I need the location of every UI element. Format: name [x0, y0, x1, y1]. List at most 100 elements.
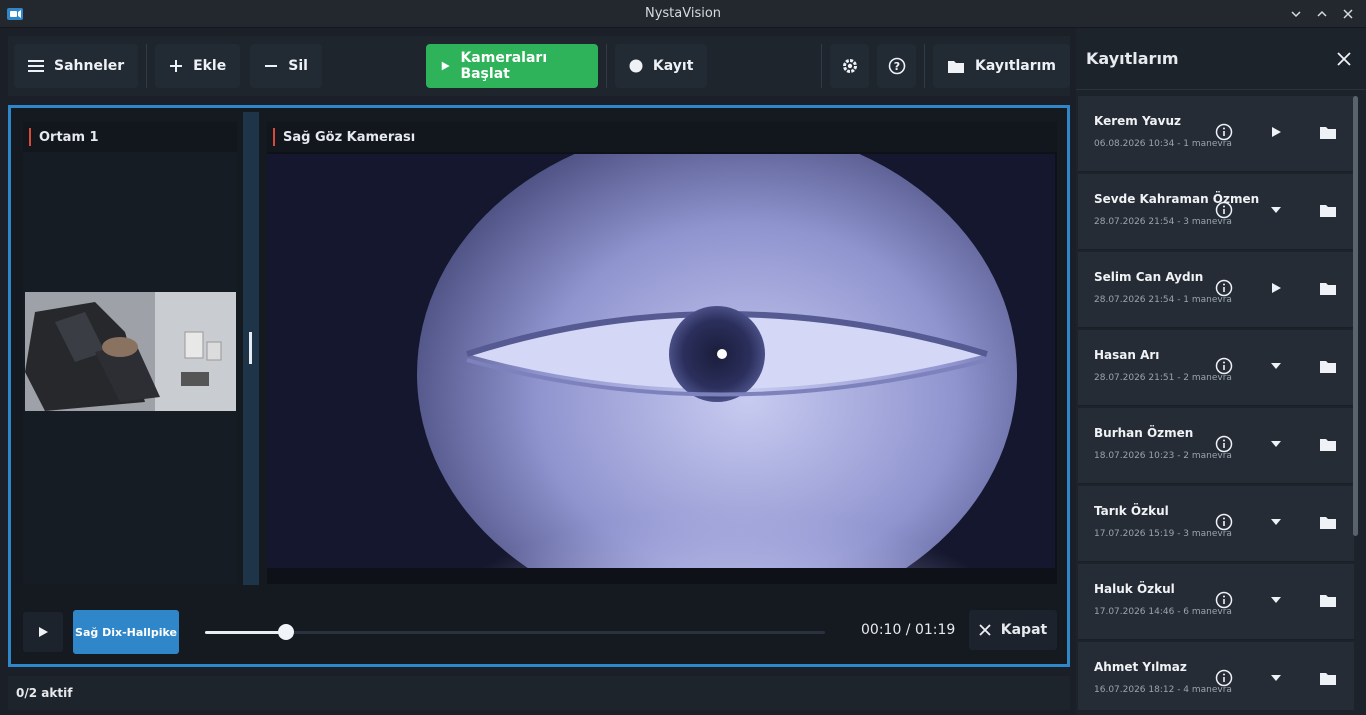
close-window-button[interactable]: [1338, 4, 1358, 24]
minus-icon: [265, 65, 278, 67]
info-icon[interactable]: [1212, 198, 1236, 222]
add-button[interactable]: Ekle: [155, 44, 241, 88]
open-folder-icon[interactable]: [1316, 432, 1340, 456]
environment-pane-header: Ortam 1: [23, 122, 237, 152]
recording-item[interactable]: Hasan Arı 28.07.2026 21:51 - 2 manevra: [1078, 330, 1354, 406]
recording-item[interactable]: Haluk Özkul 17.07.2026 14:46 - 6 manevra: [1078, 564, 1354, 640]
info-icon[interactable]: [1212, 588, 1236, 612]
close-icon: [979, 624, 991, 636]
record-label: Kayıt: [652, 58, 694, 74]
recording-name: Hasan Arı: [1094, 348, 1160, 362]
open-folder-icon[interactable]: [1316, 276, 1340, 300]
help-button[interactable]: ?: [877, 44, 917, 88]
open-folder-icon[interactable]: [1316, 510, 1340, 534]
folder-icon: [947, 60, 964, 73]
play-icon: [441, 61, 450, 71]
recordings-panel-title: Kayıtlarım: [1086, 49, 1179, 68]
expand-chevron-icon[interactable]: [1264, 666, 1288, 690]
play-recording-icon[interactable]: [1264, 276, 1288, 300]
maximize-button[interactable]: [1312, 4, 1332, 24]
close-icon: [1337, 51, 1351, 66]
toolbar: Sahneler Ekle Sil Kameraları Başlat Kayı…: [8, 36, 1071, 96]
close-panel-button[interactable]: [1332, 47, 1356, 71]
playback-time: 00:10 / 01:19: [861, 622, 956, 638]
recording-item[interactable]: Sevde Kahraman Özmen 28.07.2026 21:54 - 3…: [1078, 174, 1354, 250]
info-icon[interactable]: [1212, 666, 1236, 690]
recording-name: Kerem Yavuz: [1094, 114, 1181, 128]
pane-splitter[interactable]: [243, 112, 259, 585]
recording-name: Selim Can Aydın: [1094, 270, 1204, 284]
menu-icon: [28, 60, 44, 72]
info-icon[interactable]: [1212, 354, 1236, 378]
play-icon: [39, 627, 48, 637]
recordings-panel-header: Kayıtlarım: [1076, 28, 1366, 90]
recording-item[interactable]: Kerem Yavuz 06.08.2026 10:34 - 1 manevra: [1078, 96, 1354, 172]
main-area: Sahneler Ekle Sil Kameraları Başlat Kayı…: [0, 28, 1076, 715]
plus-icon: [170, 60, 183, 72]
open-folder-icon[interactable]: [1316, 666, 1340, 690]
right-eye-video-feed[interactable]: [267, 154, 1055, 568]
recordings-panel: Kayıtlarım Kerem Yavuz 06.08.2026 10:34 -…: [1076, 28, 1366, 715]
add-label: Ekle: [193, 58, 227, 74]
help-icon: ?: [888, 57, 905, 75]
expand-chevron-icon[interactable]: [1264, 354, 1288, 378]
my-recordings-button[interactable]: Kayıtlarım: [932, 44, 1071, 88]
toolbar-divider: [146, 44, 148, 88]
seek-handle[interactable]: [277, 624, 294, 640]
open-folder-icon[interactable]: [1316, 588, 1340, 612]
active-count: 0/2 aktif: [16, 686, 73, 700]
open-folder-icon[interactable]: [1316, 198, 1340, 222]
header-accent: [273, 128, 275, 146]
status-bar: 0/2 aktif: [8, 676, 1070, 710]
recording-item[interactable]: Burhan Özmen 18.07.2026 10:23 - 2 manevra: [1078, 408, 1354, 484]
open-folder-icon[interactable]: [1316, 120, 1340, 144]
header-accent: [29, 128, 31, 146]
seek-slider[interactable]: [205, 624, 825, 640]
toolbar-divider: [924, 44, 925, 88]
expand-chevron-icon[interactable]: [1264, 588, 1288, 612]
splitter-handle[interactable]: [249, 332, 252, 364]
close-player-button[interactable]: Kapat: [969, 610, 1057, 650]
play-recording-icon[interactable]: [1264, 120, 1288, 144]
svg-text:?: ?: [893, 60, 899, 73]
toolbar-divider: [606, 44, 607, 88]
info-icon[interactable]: [1212, 432, 1236, 456]
gear-icon: [842, 59, 857, 73]
start-cameras-label: Kameraları Başlat: [460, 50, 548, 82]
recording-item[interactable]: Selim Can Aydın 28.07.2026 21:54 - 1 mane…: [1078, 252, 1354, 328]
recordings-list: Kerem Yavuz 06.08.2026 10:34 - 1 manevra S…: [1078, 96, 1354, 710]
info-icon[interactable]: [1212, 120, 1236, 144]
recording-item[interactable]: Tarık Özkul 17.07.2026 15:19 - 3 manevra: [1078, 486, 1354, 562]
recording-name: Tarık Özkul: [1094, 504, 1169, 518]
recordings-scrollbar[interactable]: [1353, 96, 1358, 536]
recording-item[interactable]: Ahmet Yılmaz 16.07.2026 18:12 - 4 manevra: [1078, 642, 1354, 710]
info-icon[interactable]: [1212, 276, 1236, 300]
right-eye-pane-header: Sağ Göz Kamerası: [267, 122, 1057, 152]
right-eye-camera-pane: Sağ Göz Kamerası: [267, 122, 1057, 584]
toolbar-divider: [821, 44, 823, 88]
playback-bar: Sağ Dix-Hallpike 00:10 / 01:19 Kapat: [23, 610, 1057, 654]
expand-chevron-icon[interactable]: [1264, 198, 1288, 222]
environment-camera-thumbnail[interactable]: [25, 292, 236, 411]
recording-name: Ahmet Yılmaz: [1094, 660, 1187, 674]
window-title: NystaVision: [644, 6, 722, 21]
settings-button[interactable]: [830, 44, 870, 88]
scenes-label: Sahneler: [54, 58, 125, 74]
close-player-label: Kapat: [1000, 622, 1048, 638]
seek-progress: [205, 631, 286, 634]
recording-name: Burhan Özmen: [1094, 426, 1194, 440]
record-button[interactable]: Kayıt: [614, 44, 708, 88]
scenes-button[interactable]: Sahneler: [14, 44, 139, 88]
camera-stage: Ortam 1 Sağ Göz Kamerası Sağ Dix-Hallpik…: [8, 105, 1070, 667]
info-icon[interactable]: [1212, 510, 1236, 534]
environment-pane: Ortam 1: [23, 122, 237, 584]
expand-chevron-icon[interactable]: [1264, 432, 1288, 456]
open-folder-icon[interactable]: [1316, 354, 1340, 378]
delete-button[interactable]: Sil: [250, 44, 322, 88]
start-cameras-button[interactable]: Kameraları Başlat: [425, 44, 599, 88]
minimize-button[interactable]: [1286, 4, 1306, 24]
play-button[interactable]: [23, 612, 63, 652]
title-bar: NystaVision: [0, 0, 1366, 28]
maneuver-tag[interactable]: Sağ Dix-Hallpike: [73, 610, 179, 654]
expand-chevron-icon[interactable]: [1264, 510, 1288, 534]
